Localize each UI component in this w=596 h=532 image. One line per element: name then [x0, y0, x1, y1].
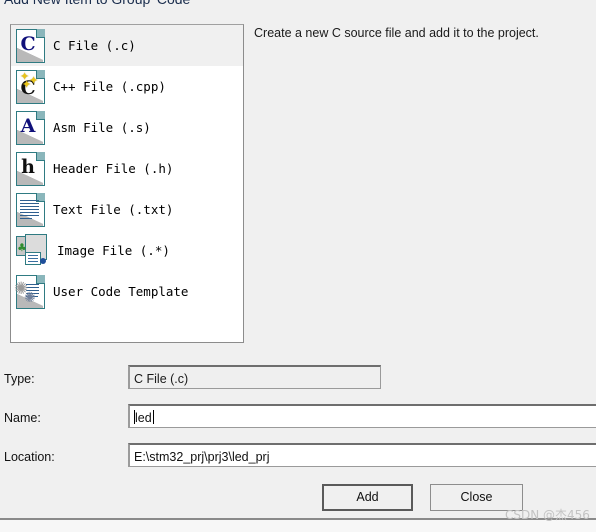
list-item-cpp-file[interactable]: C ✦ ✦ ✦ C++ File (.cpp): [11, 66, 243, 107]
text-lines-icon: [20, 199, 39, 222]
file-type-listbox[interactable]: C C File (.c) C ✦ ✦ ✦ C++ File (.cpp) A …: [10, 24, 244, 343]
list-item-label: C File (.c): [53, 38, 136, 53]
list-item-user-code-template[interactable]: ✺ ✺ User Code Template: [11, 271, 243, 312]
image-file-icon: ♣: [16, 233, 49, 268]
asm-file-icon: A: [16, 110, 45, 145]
header-file-icon-glyph: h: [21, 155, 35, 178]
header-file-icon: h: [16, 151, 45, 186]
type-field: C File (.c): [128, 365, 381, 389]
sparkle-icon: ✦: [22, 77, 32, 91]
list-item-header-file[interactable]: h Header File (.h): [11, 148, 243, 189]
gear-icon: ✺: [24, 289, 36, 306]
list-item-label: C++ File (.cpp): [53, 79, 166, 94]
name-input[interactable]: led: [128, 404, 596, 428]
location-input[interactable]: E:\stm32_prj\prj3\led_prj: [128, 443, 596, 467]
list-item-label: Text File (.txt): [53, 202, 174, 217]
type-description: Create a new C source file and add it to…: [254, 26, 539, 40]
type-label: Type:: [4, 372, 35, 386]
list-item-image-file[interactable]: ♣ Image File (.*): [11, 230, 243, 271]
watermark: CSDN @杰456: [505, 508, 590, 522]
name-input-value: led: [135, 411, 152, 425]
user-template-icon: ✺ ✺: [14, 274, 45, 309]
location-input-value: E:\stm32_prj\prj3\led_prj: [134, 450, 270, 464]
c-file-icon: C: [16, 28, 45, 63]
list-item-c-file[interactable]: C C File (.c): [11, 25, 243, 66]
c-file-icon-glyph: C: [20, 32, 36, 55]
dialog-title: Add New Item to Group 'Code': [4, 0, 193, 11]
asm-file-icon-glyph: A: [20, 114, 36, 137]
name-label: Name:: [4, 411, 41, 425]
list-item-label: Header File (.h): [53, 161, 174, 176]
list-item-label: User Code Template: [53, 284, 189, 299]
list-item-text-file[interactable]: Text File (.txt): [11, 189, 243, 230]
list-item-label: Asm File (.s): [53, 120, 151, 135]
location-label: Location:: [4, 450, 55, 464]
text-file-icon: [16, 192, 45, 227]
add-button[interactable]: Add: [322, 484, 413, 511]
list-item-asm-file[interactable]: A Asm File (.s): [11, 107, 243, 148]
list-item-label: Image File (.*): [57, 243, 170, 258]
cpp-file-icon: C ✦ ✦ ✦: [16, 69, 45, 104]
